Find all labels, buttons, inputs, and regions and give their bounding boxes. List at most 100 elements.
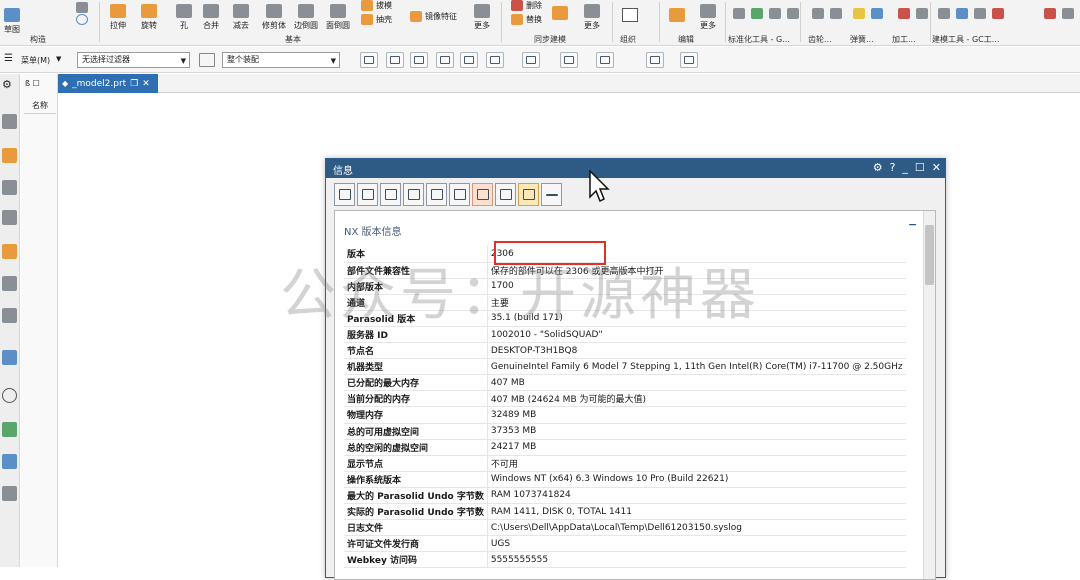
draft-button[interactable]: 拔模 [361,0,392,11]
display-button[interactable] [596,52,614,68]
menu-button[interactable]: 菜单(M) [21,55,50,66]
scrollbar[interactable] [923,211,935,579]
history-icon[interactable] [2,308,17,323]
pan-button[interactable] [386,52,404,68]
info-key: 节点名 [344,342,488,360]
palette-icon[interactable] [2,422,17,437]
minimize-icon[interactable]: _ [902,161,908,174]
shell-button[interactable]: 抽壳 [361,14,392,25]
organize-button[interactable] [622,8,638,24]
nav-pin-icon[interactable]: ß ☐ [25,79,40,88]
tab-model2[interactable]: ◆ _model2.prt ❐ ✕ [58,74,158,93]
extra-tool-icons[interactable] [1044,8,1074,19]
more-basic-button[interactable]: 更多 [474,4,490,31]
rotate-icon [414,56,424,64]
constraint-navigator-icon[interactable] [2,180,17,195]
rotate-button[interactable] [410,52,428,68]
info-row: 许可证文件发行商 UGS [344,535,906,553]
extrude-button[interactable]: 拉伸 [110,4,126,31]
replace-label: 替换 [526,15,542,24]
face-blend-button[interactable]: 面倒圆 [326,4,350,31]
more-sync-button[interactable]: 更多 [584,4,600,31]
revolve-icon [141,4,157,18]
globe-icon[interactable] [2,350,17,365]
settings-icon[interactable]: ⚙ [873,161,883,174]
replace-face-button[interactable]: 替换 [511,14,542,25]
more-icon [474,4,490,18]
std-tools-icons[interactable] [733,8,799,19]
view-style-button[interactable] [460,52,478,68]
find-button[interactable] [472,183,493,206]
web-browser-icon[interactable] [2,276,17,291]
scrollbar-thumb[interactable] [925,225,934,285]
hd3d-icon[interactable] [2,244,17,259]
more-edit-button[interactable]: 更多 [700,4,716,31]
document-tab-bar: ◆ _model2.prt ❐ ✕ [58,74,1080,93]
search-button[interactable] [495,183,516,206]
delete-icon [511,0,523,11]
dialog-title-bar[interactable]: 信息 [326,159,945,178]
extrude-icon [110,4,126,18]
paste-button[interactable] [426,183,447,206]
subtract-button[interactable]: 减去 [233,4,249,31]
assembly-scope-select[interactable]: 整个装配 ▼ [222,52,340,68]
subtract-label: 减去 [233,21,249,30]
hole-button[interactable]: 孔 [176,4,192,31]
fit-view-button[interactable] [486,52,504,68]
chevron-down-icon[interactable]: ▼ [56,55,61,63]
word-wrap-button[interactable] [518,183,539,206]
assembly-navigator-icon[interactable] [2,148,17,163]
offset-face-icon [552,6,568,20]
mouse-cursor-icon [589,170,610,203]
edit-button[interactable] [669,8,685,24]
machining-icons[interactable] [898,8,928,19]
delete-button[interactable] [449,183,470,206]
more-label: 更多 [474,21,490,30]
reuse-library-icon[interactable] [2,210,17,225]
maximize-icon[interactable]: ☐ [915,161,925,174]
modeling-tools-icons[interactable] [938,8,1004,19]
delete-face-button[interactable]: 删除 [511,0,542,11]
gear-icon [830,8,842,19]
save-button[interactable] [334,183,355,206]
collapse-button[interactable] [541,183,562,206]
circle-button[interactable] [76,14,88,25]
trim-body-button[interactable]: 修剪体 [262,4,286,31]
copy-button[interactable] [403,183,424,206]
unite-icon [203,4,219,18]
cut-button[interactable] [380,183,401,206]
zoom-window-button[interactable] [360,52,378,68]
mirror-feature-button[interactable]: 镜像特征 [410,11,457,22]
print-button[interactable] [357,183,378,206]
render-button[interactable] [522,52,540,68]
close-tab-icon[interactable]: ✕ [142,79,150,89]
ribbon-separator [99,2,100,42]
shaded-view-button[interactable] [436,52,454,68]
type-filter-select[interactable]: 无选择过滤器 ▼ [77,52,190,68]
edge-blend-button[interactable]: 边倒圆 [294,4,318,31]
restore-tab-icon[interactable]: ❐ [130,79,138,89]
tools-icon[interactable] [2,486,17,501]
hamburger-icon[interactable]: ☰ [4,53,13,64]
shell-label: 抽壳 [376,15,392,24]
gear-icons[interactable] [812,8,842,19]
help-icon[interactable]: ? [890,161,896,174]
close-icon[interactable]: ✕ [932,161,941,174]
spring-icons[interactable] [853,8,883,19]
role-icon[interactable] [2,454,17,469]
section-collapse-icon[interactable]: − [908,218,917,231]
part-navigator-icon[interactable] [2,114,17,129]
filter-icon[interactable] [199,53,215,67]
point-button[interactable] [76,2,88,13]
revolve-button[interactable]: 旋转 [141,4,157,31]
measure-button[interactable] [680,52,698,68]
offset-face-button[interactable] [552,6,568,22]
gear-icon[interactable]: ⚙ [2,78,12,91]
layer-button[interactable] [646,52,664,68]
clock-icon[interactable] [2,388,17,403]
orient-view-button[interactable] [560,52,578,68]
edge-blend-label: 边倒圆 [294,21,318,30]
ribbon-separator [659,2,660,42]
sketch-button[interactable]: 草图 [4,8,20,35]
unite-button[interactable]: 合并 [203,4,219,31]
